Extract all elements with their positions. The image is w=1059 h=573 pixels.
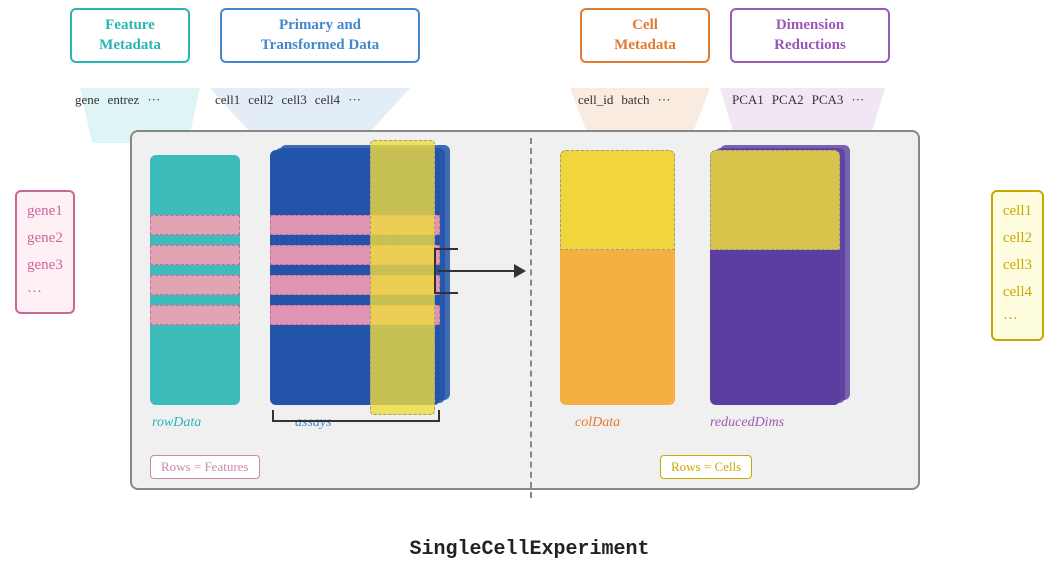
- cell-labels: cell1 cell2 cell3 cell4 ···: [991, 190, 1044, 341]
- col-dots-primary: ···: [348, 92, 361, 108]
- rowdata-stripe2: [150, 245, 240, 265]
- col-pca1: PCA1: [732, 92, 764, 108]
- cell-label-cell4: cell4: [1003, 279, 1032, 306]
- header-cell-meta: CellMetadata: [580, 8, 710, 63]
- arrow-head: [514, 264, 526, 278]
- rows-features-label: Rows = Features: [150, 455, 260, 479]
- rowdata-stripe1: [150, 215, 240, 235]
- header-dim-red: DimensionReductions: [730, 8, 890, 63]
- col-cell2: cell2: [248, 92, 273, 108]
- col-cellid: cell_id: [578, 92, 613, 108]
- header-primary: Primary andTransformed Data: [220, 8, 420, 63]
- row-gene3: gene3: [27, 252, 63, 279]
- col-dots-feature: ···: [147, 92, 160, 108]
- row-gene2: gene2: [27, 225, 63, 252]
- reddims-label: reducedDims: [710, 415, 784, 431]
- col-headers-primary: cell1 cell2 cell3 cell4 ···: [215, 92, 361, 108]
- cell-label-cell2: cell2: [1003, 225, 1032, 252]
- diagram-container: FeatureMetadata Primary andTransformed D…: [0, 0, 1059, 573]
- col-cell1: cell1: [215, 92, 240, 108]
- rows-cells-label: Rows = Cells: [660, 455, 752, 479]
- col-gene: gene: [75, 92, 100, 108]
- assay-yellow-col: [370, 140, 435, 415]
- rowdata-stripe4: [150, 305, 240, 325]
- coldata-yellow: [560, 150, 675, 250]
- col-headers-cell: cell_id batch ···: [578, 92, 671, 108]
- col-batch: batch: [621, 92, 649, 108]
- bottom-title: SingleCellExperiment: [409, 538, 649, 561]
- col-headers-feature: gene entrez ···: [75, 92, 160, 108]
- col-cell3: cell3: [282, 92, 307, 108]
- col-headers-dim: PCA1 PCA2 PCA3 ···: [732, 92, 864, 108]
- dashed-divider: [530, 138, 532, 498]
- cell-label-cell1: cell1: [1003, 198, 1032, 225]
- row-dots: ···: [27, 279, 63, 306]
- coldata-label: colData: [575, 415, 620, 431]
- row-labels: gene1 gene2 gene3 ···: [15, 190, 75, 314]
- col-pca2: PCA2: [772, 92, 804, 108]
- col-dots-dim: ···: [851, 92, 864, 108]
- col-pca3: PCA3: [812, 92, 844, 108]
- rowdata-label: rowData: [152, 415, 201, 431]
- arrow-line: [438, 270, 518, 272]
- col-entrez: entrez: [108, 92, 140, 108]
- col-cell4: cell4: [315, 92, 340, 108]
- cell-label-dots: ···: [1003, 306, 1032, 333]
- header-feature-meta: FeatureMetadata: [70, 8, 190, 63]
- reddims-yellow: [710, 150, 840, 250]
- col-dots-cell: ···: [658, 92, 671, 108]
- cell-label-cell3: cell3: [1003, 252, 1032, 279]
- assay-bracket: [272, 410, 440, 422]
- row-gene1: gene1: [27, 198, 63, 225]
- rowdata-stripe3: [150, 275, 240, 295]
